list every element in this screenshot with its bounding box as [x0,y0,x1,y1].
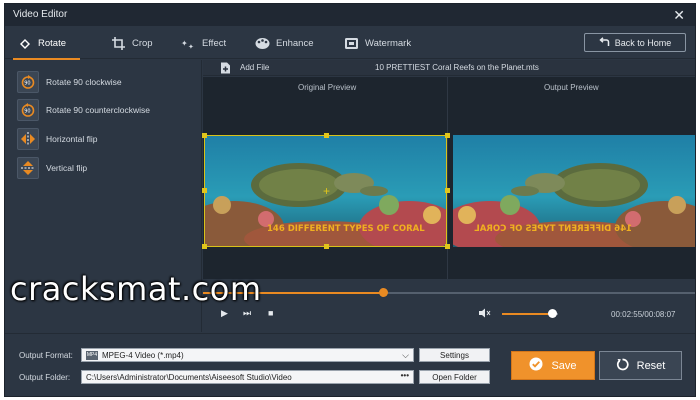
chevron-down-icon: ⌵ [402,350,409,360]
rotate-counterclockwise-button[interactable]: 90 Rotate 90 counterclockwise [17,99,150,121]
back-to-home-button[interactable]: Back to Home [584,33,686,52]
fast-forward-icon[interactable]: ⏭ [243,308,251,319]
watermark-icon [344,36,359,50]
crop-handle[interactable] [202,244,207,249]
volume-fill [502,313,553,315]
stop-icon[interactable]: ■ [268,308,273,318]
tab-enhance[interactable]: Enhance [255,32,314,54]
svg-text:90: 90 [24,109,30,115]
crop-handle[interactable] [202,188,207,193]
crop-handle[interactable] [445,133,450,138]
tab-crop[interactable]: Crop [111,32,153,54]
tab-effect[interactable]: ✦ ✦ Effect [181,32,226,54]
effect-icon: ✦ ✦ [181,36,196,50]
progress-fill [203,292,383,294]
video-editor-window: Video Editor ✕ Rotate Crop ✦✦ Effect En [4,3,696,397]
svg-text:✦: ✦ [188,43,194,50]
crosshair-icon: + [323,184,331,198]
rotate-clockwise-button[interactable]: 90 Rotate 90 clockwise [17,71,122,93]
save-button[interactable]: Save [511,351,595,380]
play-icon[interactable]: ▶ [221,308,228,319]
crop-handle[interactable] [324,244,329,249]
output-folder-field[interactable]: C:\Users\Administrator\Documents\Aiseeso… [81,370,414,384]
crop-icon [111,36,126,50]
mp4-format-icon: MP4 [86,350,98,360]
volume-icon[interactable] [479,308,491,321]
browse-folder-button[interactable]: ••• [401,371,409,380]
tab-watermark[interactable]: Watermark [344,32,411,54]
window-title: Video Editor [13,9,68,20]
tab-label: Effect [202,37,227,49]
enhance-icon [255,36,270,50]
edit-toolbar: Rotate Crop ✦✦ Effect Enhance Watermark [5,26,695,60]
output-folder-label: Output Folder: [19,373,71,382]
rotate-cw-icon: 90 [17,71,39,93]
output-format-select[interactable]: MP4 MPEG-4 Video (*.mp4) ⌵ [81,348,414,362]
tab-label: Watermark [365,37,412,49]
original-preview-label: Original Preview [298,83,357,92]
time-display: 00:02:55/00:08:07 [611,310,676,319]
option-label: Rotate 90 clockwise [46,77,122,87]
checkmark-icon [529,357,543,374]
tab-label: Crop [132,37,153,49]
volume-knob[interactable] [548,309,558,318]
video-caption: 146 DIFFERENT TYPES OF CORAL [267,224,425,234]
svg-text:90: 90 [24,81,30,87]
file-name: 10 PRETTIEST Coral Reefs on the Planet.m… [375,63,539,72]
reset-icon [616,358,629,374]
output-preview-label: Output Preview [544,83,599,92]
output-format-value: MPEG-4 Video (*.mp4) [102,350,184,360]
open-folder-button[interactable]: Open Folder [419,370,490,384]
back-button-label: Back to Home [614,37,672,48]
settings-button[interactable]: Settings [419,348,490,362]
title-bar: Video Editor ✕ [5,4,695,26]
close-icon[interactable]: ✕ [673,7,685,24]
crop-handle[interactable] [202,133,207,138]
rotate-icon [17,36,32,50]
back-arrow-icon [599,36,610,49]
option-label: Rotate 90 counterclockwise [46,105,150,115]
save-label: Save [551,359,577,372]
output-video-frame: 146 DIFFERENT TYPES OF CORAL [453,135,695,247]
tab-label: Enhance [276,37,314,49]
tab-rotate[interactable]: Rotate [13,32,80,60]
output-format-label: Output Format: [19,351,73,360]
add-file-button[interactable]: Add File [240,63,269,72]
crop-handle[interactable] [324,133,329,138]
flip-vertical-icon [17,157,39,179]
tab-label: Rotate [38,37,66,49]
svg-text:✦: ✦ [181,39,188,48]
preview-area: Original Preview Output Preview 146 DIFF… [202,77,695,279]
progress-knob[interactable] [378,288,388,297]
progress-slider[interactable] [203,286,695,300]
crop-handle[interactable] [445,244,450,249]
video-caption-mirrored: 146 DIFFERENT TYPES OF CORAL [474,224,632,234]
crop-handle[interactable] [445,188,450,193]
add-file-icon[interactable] [219,61,231,74]
rotate-options-panel: 90 Rotate 90 clockwise 90 Rotate 90 coun… [5,60,202,332]
output-folder-path: C:\Users\Administrator\Documents\Aiseeso… [86,372,292,382]
reset-label: Reset [636,359,666,372]
horizontal-flip-button[interactable]: Horizontal flip [17,128,98,150]
option-label: Horizontal flip [46,134,98,144]
flip-horizontal-icon [17,128,39,150]
reset-button[interactable]: Reset [599,351,682,380]
vertical-flip-button[interactable]: Vertical flip [17,157,87,179]
option-label: Vertical flip [46,163,88,173]
output-panel: Output Format: MP4 MPEG-4 Video (*.mp4) … [5,333,695,396]
file-bar: Add File 10 PRETTIEST Coral Reefs on the… [203,60,695,76]
rotate-ccw-icon: 90 [17,99,39,121]
